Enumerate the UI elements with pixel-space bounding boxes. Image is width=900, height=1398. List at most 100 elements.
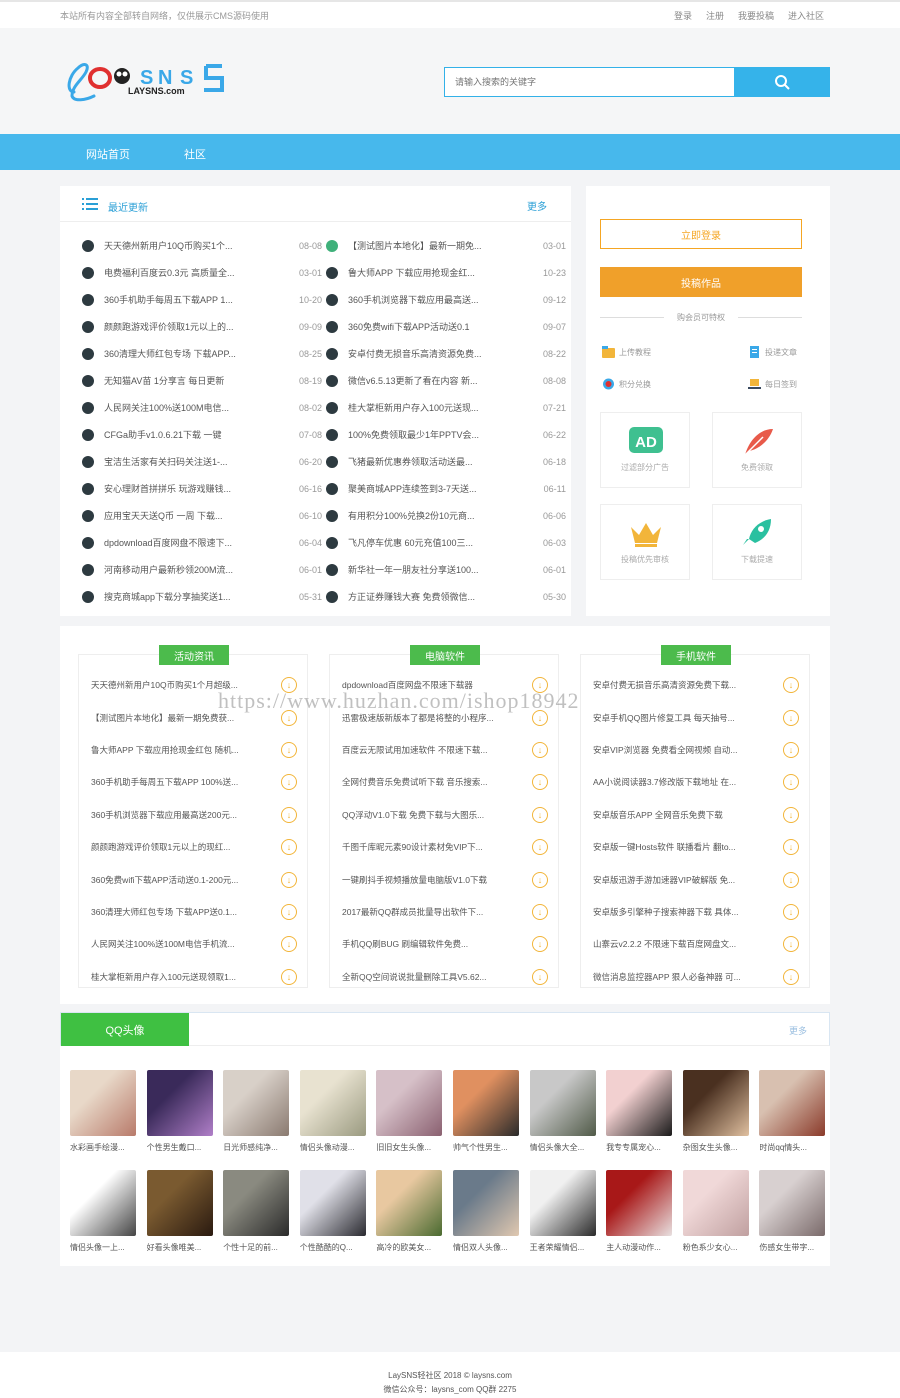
download-icon[interactable]: ↓ [281,839,297,856]
avatar-caption[interactable]: 粉色系少女心... [683,1242,749,1253]
avatar-image[interactable] [223,1070,290,1136]
avatar-item[interactable]: 情侣头像一上... [70,1170,136,1253]
avatar-item[interactable]: 日光师感纯净... [223,1070,290,1153]
download-icon[interactable]: ↓ [281,936,297,953]
avatar-image[interactable] [223,1170,290,1236]
list-item[interactable]: 360免费wifi下载APP活动送0.1 09-07 [326,313,566,340]
list-item[interactable]: 宝洁生活家有关扫码关注送1-... 06-20 [82,448,322,475]
community-link[interactable]: 进入社区 [788,9,824,22]
list-item[interactable]: 方正证券赚钱大赛 免费领微信... 05-30 [326,583,566,610]
list-item[interactable]: 手机QQ刷BUG 刷编辑软件免费... ↓ [342,928,548,960]
login-link[interactable]: 登录 [674,9,692,22]
download-icon[interactable]: ↓ [532,936,548,953]
avatar-caption[interactable]: 情侣头像一上... [70,1242,136,1253]
avatar-image[interactable] [146,1170,213,1236]
avatar-image[interactable] [70,1170,136,1236]
qq-avatar-tab[interactable]: QQ头像 [61,1013,189,1046]
list-item[interactable]: 360免费wifi下载APP活动送0.1-200元... ↓ [91,863,297,895]
list-item[interactable]: 安卓VIP浏览器 免费看全网视频 自动... ↓ [593,734,799,766]
avatar-image[interactable] [453,1170,519,1236]
list-item[interactable]: 人民网关注100%送100M电信手机流... ↓ [91,928,297,960]
avatar-image[interactable] [299,1170,366,1236]
points-exchange-link[interactable]: 积分兑换 [602,378,651,390]
download-icon[interactable]: ↓ [532,903,548,920]
list-item[interactable]: 100%免费领取最少1年PPTV会... 06-22 [326,421,566,448]
list-item[interactable]: 百度云无限试用加速软件 不限速下载... ↓ [342,734,548,766]
list-item[interactable]: 千图千库昵元素90设计素材免VIP下... ↓ [342,831,548,863]
list-item[interactable]: 安卓版音乐APP 全网音乐免费下载 ↓ [593,799,799,831]
avatar-caption[interactable]: 王者荣耀情侣... [530,1242,596,1253]
list-item[interactable]: 颜颜跑游戏评价领取1元以上的... 09-09 [82,313,322,340]
avatar-caption[interactable]: 我专专属宠心... [606,1142,672,1153]
list-item[interactable]: 2017最新QQ群成员批量导出软件下... ↓ [342,896,548,928]
avatar-caption[interactable]: 高冷的欧美女... [376,1242,442,1253]
list-item[interactable]: 一键刷抖手视频播放量电脑版V1.0下载 ↓ [342,863,548,895]
download-icon[interactable]: ↓ [783,903,799,920]
list-item[interactable]: 360手机助手每周五下载APP 100%送... ↓ [91,766,297,798]
avatar-item[interactable]: 水彩画手绘漫... [70,1070,136,1153]
download-icon[interactable]: ↓ [281,806,297,823]
list-item[interactable]: 微信消息监控器APP 狠人必备神器 可... ↓ [593,961,799,993]
list-item[interactable]: 微信v6.5.13更新了看在内容 新... 08-08 [326,367,566,394]
avatar-image[interactable] [606,1170,673,1236]
list-item[interactable]: 人民网关注100%送100M电信... 08-02 [82,394,322,421]
download-icon[interactable]: ↓ [783,774,799,791]
download-icon[interactable]: ↓ [783,968,799,985]
list-item[interactable]: 安心理财首拼拼乐 玩游戏赚钱... 06-16 [82,475,322,502]
avatar-image[interactable] [682,1170,749,1236]
list-item[interactable]: 360手机浏览器下载应用最高送200元... ↓ [91,799,297,831]
list-item[interactable]: 安卓手机QQ图片修复工具 每天抽号... ↓ [593,701,799,733]
download-icon[interactable]: ↓ [281,968,297,985]
search-button[interactable] [734,67,830,97]
download-icon[interactable]: ↓ [783,677,799,694]
category-tag[interactable]: 活动资讯 [159,645,229,665]
avatar-item[interactable]: 个性十足的前... [223,1170,290,1253]
list-item[interactable]: 有用积分100%兑换2份10元商... 06-06 [326,502,566,529]
list-item[interactable]: 河南移动用户最新秒领200M流... 06-01 [82,556,322,583]
list-item[interactable]: 颜颜跑游戏评价领取1元以上的现红... ↓ [91,831,297,863]
login-button[interactable]: 立即登录 [600,219,802,249]
feature-card-ad-filter[interactable]: AD 过滤部分广告 [600,412,690,488]
list-item[interactable]: AA小说阅读器3.7修改版下载地址 在... ↓ [593,766,799,798]
list-item[interactable]: 360手机助手每周五下载APP 1... 10-20 [82,286,322,313]
submit-link[interactable]: 我要投稿 [738,9,774,22]
list-item[interactable]: 聚美商城APP连续签到3-7天送... 06-11 [326,475,566,502]
list-item[interactable]: 电费福利百度云0.3元 高质量全... 03-01 [82,259,322,286]
list-item[interactable]: dpdownload百度网盘不限速下... 06-04 [82,529,322,556]
list-item[interactable]: 天天德州新用户10Q币购买1个... 08-08 [82,232,322,259]
avatar-caption[interactable]: 情侣双人头像... [453,1242,519,1253]
avatar-caption[interactable]: 个性酷酷的Q... [300,1242,366,1253]
avatar-item[interactable]: 好看头像唯美... [146,1170,213,1253]
list-item[interactable]: 安卓付费无损音乐高清资源免费... 08-22 [326,340,566,367]
avatar-item[interactable]: 主人动漫动作... [606,1170,673,1253]
avatar-item[interactable]: 帅气个性男生... [453,1070,519,1153]
avatar-item[interactable]: 伤感女生带字... [759,1170,826,1253]
avatar-caption[interactable]: 个性十足的前... [223,1242,289,1253]
avatar-caption[interactable]: 伤感女生带字... [759,1242,825,1253]
avatar-image[interactable] [606,1070,673,1136]
category-tag[interactable]: 电脑软件 [410,645,480,665]
list-item[interactable]: 新华社一年一朋友社分享送100... 06-01 [326,556,566,583]
download-icon[interactable]: ↓ [532,741,548,758]
avatar-item[interactable]: 情侣双人头像... [453,1170,519,1253]
download-icon[interactable]: ↓ [783,709,799,726]
list-item[interactable]: 鲁大师APP 下载应用抢现金红包 随机... ↓ [91,734,297,766]
list-item[interactable]: 飞猪最新优惠券领取活动送最... 06-18 [326,448,566,475]
nav-item-home[interactable]: 网站首页 [86,146,130,162]
avatar-caption[interactable]: 帅气个性男生... [453,1142,519,1153]
avatar-item[interactable]: 我专专属宠心... [606,1070,673,1153]
list-item[interactable]: 360手机浏览器下载应用最高送... 09-12 [326,286,566,313]
feature-card-free[interactable]: 免费领取 [712,412,802,488]
avatar-item[interactable]: 情侣头像动漫... [299,1070,366,1153]
avatar-image[interactable] [376,1170,443,1236]
list-item[interactable]: 【测试图片本地化】最新一期免... 03-01 [326,232,566,259]
avatar-caption[interactable]: 水彩画手绘漫... [70,1142,136,1153]
submit-work-button[interactable]: 投稿作品 [600,267,802,297]
list-item[interactable]: 无知猫AV苗 1分享言 每日更新 08-19 [82,367,322,394]
nav-item-community[interactable]: 社区 [184,146,206,162]
avatar-item[interactable]: 个性男生戴口... [146,1070,213,1153]
list-item[interactable]: QQ浮动V1.0下载 免费下载与大图乐... ↓ [342,799,548,831]
list-item[interactable]: 应用宝天天送Q币 一周 下载... 06-10 [82,502,322,529]
list-item[interactable]: 安卓付费无损音乐高清资源免费下载... ↓ [593,669,799,701]
avatar-caption[interactable]: 日光师感纯净... [223,1142,289,1153]
